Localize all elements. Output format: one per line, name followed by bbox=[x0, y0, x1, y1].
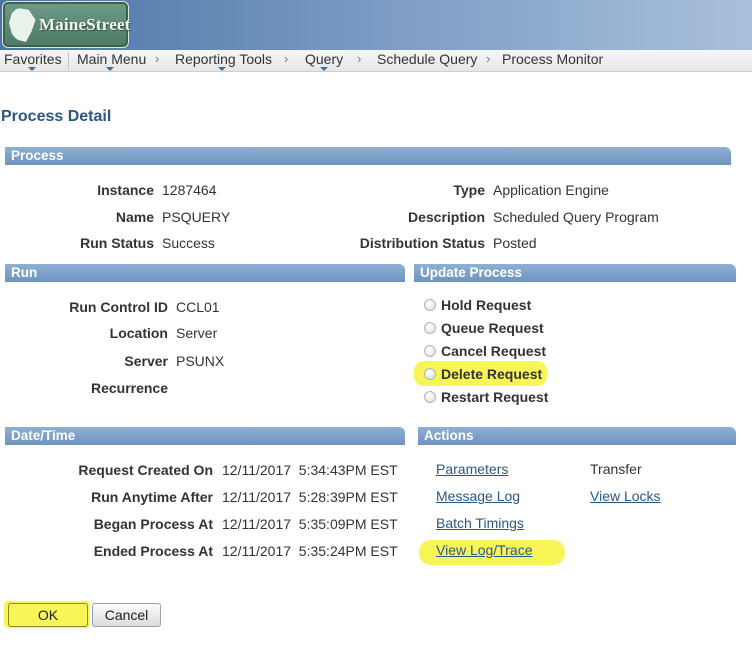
batch-timings-link[interactable]: Batch Timings bbox=[436, 515, 524, 531]
location-label: Location bbox=[109, 325, 168, 341]
hold-request-label[interactable]: Hold Request bbox=[441, 297, 531, 313]
parameters-link[interactable]: Parameters bbox=[436, 461, 508, 477]
page-title: Process Detail bbox=[1, 108, 112, 125]
distribution-status-value: Posted bbox=[493, 235, 537, 251]
cancel-button[interactable]: Cancel bbox=[92, 603, 161, 627]
run-status-value: Success bbox=[162, 235, 215, 251]
request-created-label: Request Created On bbox=[78, 462, 213, 478]
radio-button[interactable] bbox=[424, 345, 436, 357]
cancel-request-label[interactable]: Cancel Request bbox=[441, 343, 546, 359]
chevron-right-icon: › bbox=[284, 51, 289, 66]
radio-button[interactable] bbox=[424, 391, 436, 403]
restart-request-label[interactable]: Restart Request bbox=[441, 389, 548, 405]
delete-request-label[interactable]: Delete Request bbox=[441, 366, 542, 382]
request-created-value: 12/11/2017 5:34:43PM EST bbox=[222, 462, 398, 478]
distribution-status-label: Distribution Status bbox=[359, 235, 485, 251]
ended-process-label: Ended Process At bbox=[93, 543, 213, 559]
nav-reporting-tools[interactable]: Reporting Tools bbox=[175, 51, 272, 67]
ok-button[interactable]: OK bbox=[8, 603, 88, 627]
location-value: Server bbox=[176, 325, 218, 341]
type-value: Application Engine bbox=[493, 182, 609, 198]
run-section-header: Run bbox=[5, 264, 405, 282]
run-anytime-value: 12/11/2017 5:28:39PM EST bbox=[222, 489, 398, 505]
chevron-down-icon[interactable] bbox=[320, 67, 328, 71]
transfer-label: Transfer bbox=[590, 461, 642, 477]
view-log-trace-link[interactable]: View Log/Trace bbox=[436, 542, 533, 558]
began-process-label: Began Process At bbox=[93, 516, 213, 532]
run-status-label: Run Status bbox=[80, 235, 154, 251]
update-process-section-header: Update Process bbox=[414, 264, 736, 282]
run-control-id-label: Run Control ID bbox=[69, 299, 168, 315]
nav-main-menu[interactable]: Main Menu bbox=[77, 51, 146, 67]
actions-section-header: Actions bbox=[418, 427, 736, 445]
radio-button[interactable] bbox=[424, 368, 436, 380]
chevron-down-icon[interactable] bbox=[218, 67, 226, 71]
instance-label: Instance bbox=[97, 182, 154, 198]
process-section-header: Process bbox=[5, 147, 731, 165]
breadcrumb-nav: Favorites Main Menu › Reporting Tools › … bbox=[0, 50, 752, 72]
chevron-right-icon: › bbox=[155, 51, 160, 66]
instance-value: 1287464 bbox=[162, 182, 217, 198]
description-label: Description bbox=[407, 209, 485, 225]
chevron-down-icon[interactable] bbox=[28, 67, 36, 71]
nav-divider bbox=[68, 52, 69, 70]
server-label: Server bbox=[124, 353, 168, 369]
run-control-id-value: CCL01 bbox=[176, 299, 220, 315]
radio-button[interactable] bbox=[424, 322, 436, 334]
radio-button[interactable] bbox=[424, 299, 436, 311]
chevron-right-icon: › bbox=[486, 51, 491, 66]
queue-request-label[interactable]: Queue Request bbox=[441, 320, 544, 336]
server-value: PSUNX bbox=[176, 353, 225, 369]
description-value: Scheduled Query Program bbox=[493, 209, 659, 225]
mainestreet-logo[interactable]: MaineStreet bbox=[2, 1, 131, 48]
nav-query[interactable]: Query bbox=[305, 51, 343, 67]
name-value: PSQUERY bbox=[162, 209, 231, 225]
maine-state-icon bbox=[9, 8, 36, 42]
type-label: Type bbox=[453, 182, 485, 198]
name-label: Name bbox=[115, 209, 154, 225]
nav-favorites[interactable]: Favorites bbox=[4, 51, 62, 67]
ended-process-value: 12/11/2017 5:35:24PM EST bbox=[222, 543, 398, 559]
message-log-link[interactable]: Message Log bbox=[436, 488, 520, 504]
logo-text: MaineStreet bbox=[39, 15, 131, 34]
chevron-right-icon: › bbox=[357, 51, 362, 66]
app-header: MaineStreet bbox=[0, 0, 752, 50]
nav-schedule-query[interactable]: Schedule Query bbox=[377, 51, 477, 67]
began-process-value: 12/11/2017 5:35:09PM EST bbox=[222, 516, 398, 532]
recurrence-label: Recurrence bbox=[90, 380, 168, 396]
run-anytime-label: Run Anytime After bbox=[91, 489, 213, 505]
datetime-section-header: Date/Time bbox=[5, 427, 405, 445]
view-locks-link[interactable]: View Locks bbox=[590, 488, 661, 504]
nav-process-monitor[interactable]: Process Monitor bbox=[502, 51, 603, 67]
chevron-down-icon[interactable] bbox=[106, 67, 114, 71]
